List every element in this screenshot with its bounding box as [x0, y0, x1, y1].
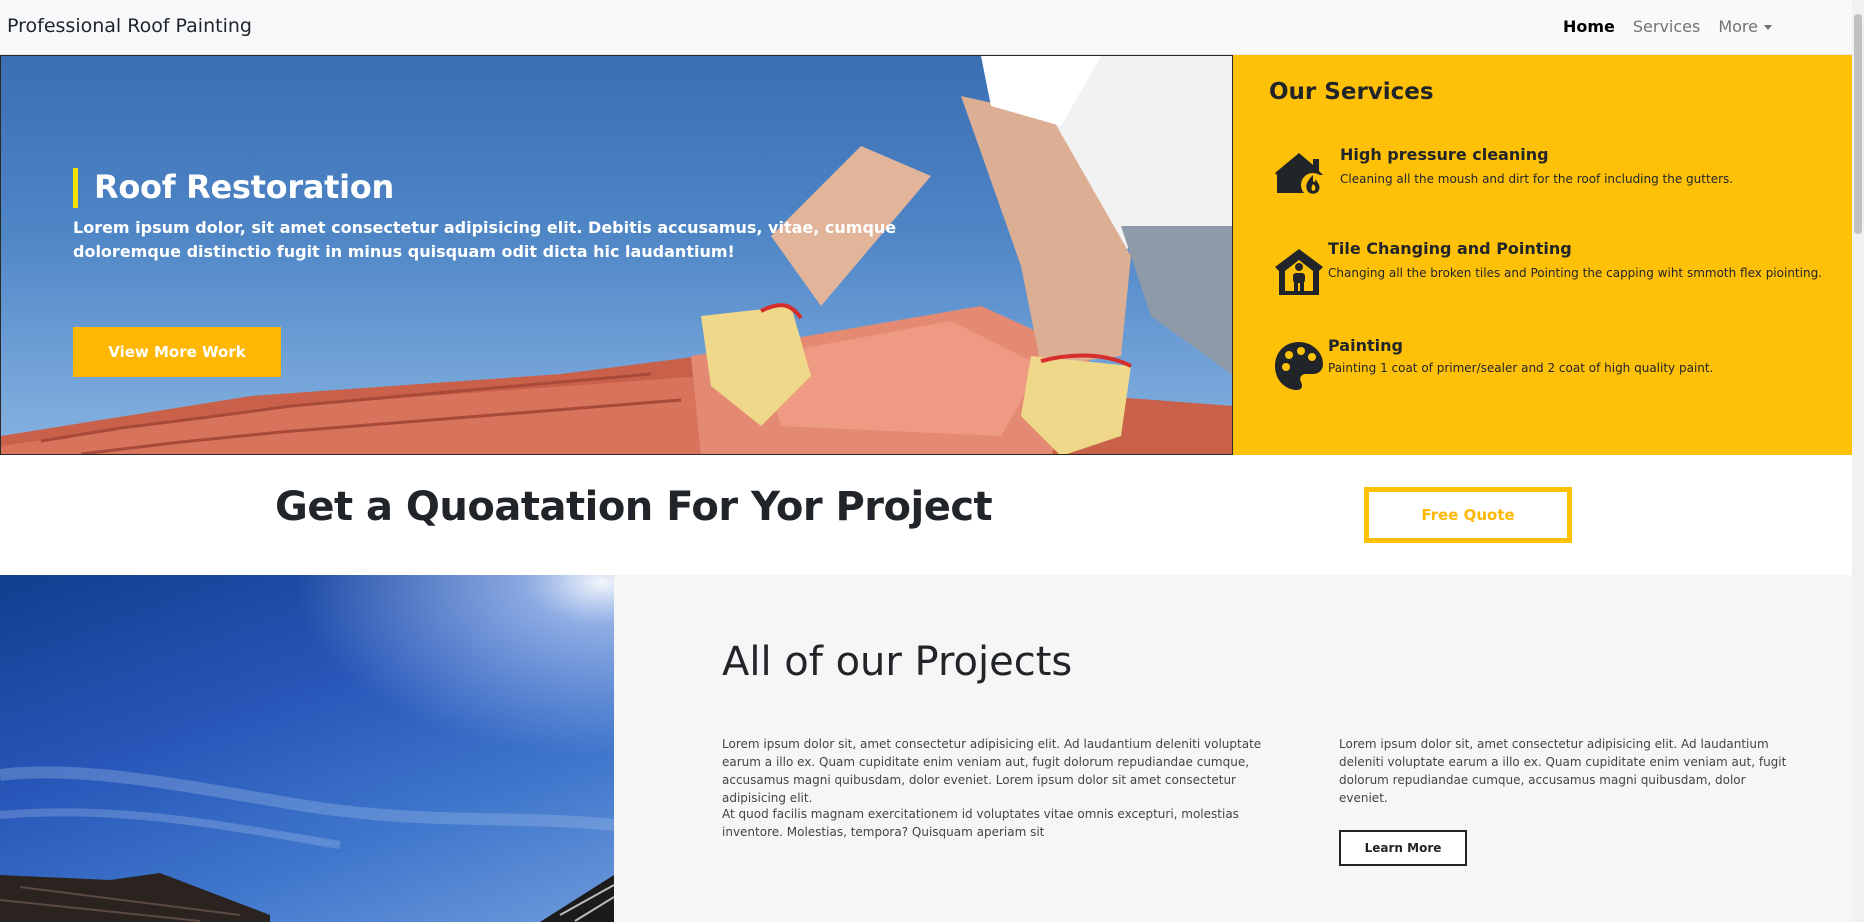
hero-title: Roof Restoration: [94, 168, 394, 206]
service-desc: Cleaning all the moush and dirt for the …: [1340, 172, 1734, 186]
nav-services[interactable]: Services: [1633, 17, 1700, 36]
sky-roof-image: [0, 575, 614, 922]
learn-more-button[interactable]: Learn More: [1339, 830, 1467, 866]
hero-text: Lorem ipsum dolor, sit amet consectetur …: [73, 218, 897, 261]
palette-icon: [1275, 342, 1323, 390]
nav-more-dropdown[interactable]: More: [1718, 17, 1772, 36]
service-name: Painting: [1328, 336, 1403, 355]
services-title: Our Services: [1269, 79, 1434, 105]
service-desc: Changing all the broken tiles and Pointi…: [1328, 266, 1822, 280]
hero-carousel: Roof Restoration Lorem ipsum dolor, sit …: [0, 55, 1233, 455]
service-name: High pressure cleaning: [1340, 145, 1549, 164]
navbar: Professional Roof Painting Home Services…: [0, 0, 1852, 55]
projects-col2-paragraph: Lorem ipsum dolor sit, amet consectetur …: [1339, 737, 1787, 805]
services-panel: Our Services High pressure cleaning Clea…: [1233, 55, 1852, 455]
scrollbar-thumb[interactable]: [1854, 14, 1862, 234]
projects-title: All of our Projects: [722, 639, 1073, 685]
projects-col1-paragraph: Lorem ipsum dolor sit, amet consectetur …: [722, 737, 1262, 805]
projects-col1-paragraph: At quod facilis magnam exercitationem id…: [722, 807, 1239, 839]
brand-link[interactable]: Professional Roof Painting: [7, 15, 252, 37]
quote-title: Get a Quoatation For Yor Project: [275, 484, 993, 530]
free-quote-button[interactable]: Free Quote: [1364, 487, 1572, 543]
house-fire-icon: [1275, 153, 1325, 197]
house-user-icon: [1275, 249, 1323, 295]
nav-more-label: More: [1718, 17, 1758, 36]
scrollbar[interactable]: [1852, 0, 1864, 922]
hero-title-wrap: Roof Restoration: [73, 168, 394, 208]
view-more-work-button[interactable]: View More Work: [73, 327, 281, 377]
nav-home[interactable]: Home: [1563, 17, 1615, 36]
service-name: Tile Changing and Pointing: [1328, 239, 1572, 258]
projects-photo: [0, 575, 614, 922]
service-desc: Painting 1 coat of primer/sealer and 2 c…: [1328, 361, 1714, 375]
nav-links: Home Services More: [1563, 17, 1772, 36]
projects-section: All of our Projects Lorem ipsum dolor si…: [614, 575, 1852, 922]
caret-down-icon: [1764, 25, 1772, 30]
